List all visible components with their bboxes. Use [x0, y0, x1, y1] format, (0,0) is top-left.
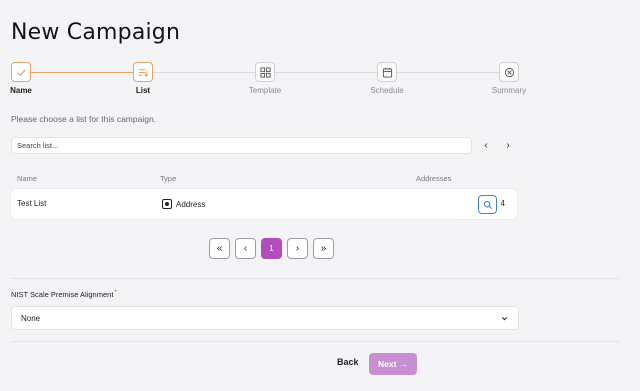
nist-label: NIST Scale Premise Alignment*: [11, 290, 117, 299]
step-template[interactable]: Template: [225, 62, 305, 95]
chevron-right-icon[interactable]: ›: [500, 137, 516, 153]
step-label-template: Template: [248, 86, 282, 95]
step-list[interactable]: List: [103, 62, 183, 95]
summary-icon: [499, 62, 519, 82]
step-label-summary: Summary: [491, 86, 527, 95]
column-header-name: Name: [17, 174, 38, 183]
address-count: 4: [500, 199, 505, 208]
campaign-stepper: Name List Template Schedule Summary: [0, 62, 640, 98]
search-list-input[interactable]: [11, 137, 472, 154]
arrow-right-icon: →: [399, 359, 408, 369]
pagination: « ‹ 1 › »: [209, 238, 334, 259]
search-icon: [483, 200, 492, 209]
lists-table: Name Type Addresses Test List Address 4: [11, 165, 517, 220]
column-header-type: Type: [160, 174, 177, 183]
current-page-button[interactable]: 1: [261, 238, 282, 259]
chevron-left-icon[interactable]: ‹: [478, 137, 494, 153]
divider: [11, 278, 620, 279]
step-summary[interactable]: Summary: [469, 62, 549, 95]
page-title: New Campaign: [11, 20, 181, 45]
nist-selected-value: None: [21, 313, 41, 323]
list-icon: [133, 62, 153, 82]
next-page-button[interactable]: ›: [287, 238, 308, 259]
nist-select[interactable]: None: [11, 306, 519, 330]
template-icon: [255, 62, 275, 82]
next-button[interactable]: Next →: [369, 353, 417, 375]
first-page-button[interactable]: «: [209, 238, 230, 259]
back-button[interactable]: Back: [337, 357, 359, 367]
next-button-label: Next: [378, 359, 397, 369]
contact-card-icon: [162, 199, 172, 209]
step-label-schedule: Schedule: [370, 86, 404, 95]
step-label-list: List: [135, 86, 151, 95]
last-page-button[interactable]: »: [313, 238, 334, 259]
chevron-down-icon: [501, 316, 508, 320]
divider: [11, 341, 620, 342]
step-schedule[interactable]: Schedule: [347, 62, 427, 95]
list-instruction: Please choose a list for this campaign.: [11, 114, 157, 124]
list-name: Test List: [17, 199, 47, 208]
required-mark: *: [114, 290, 117, 296]
nist-label-text: NIST Scale Premise Alignment: [11, 290, 114, 299]
view-addresses-button[interactable]: [478, 195, 497, 214]
step-name[interactable]: Name: [0, 62, 61, 95]
prev-page-button[interactable]: ‹: [235, 238, 256, 259]
list-type-label: Address: [176, 200, 206, 209]
table-row[interactable]: Test List Address 4: [11, 189, 517, 219]
step-label-name: Name: [10, 86, 32, 95]
calendar-icon: [377, 62, 397, 82]
column-header-addresses: Addresses: [416, 174, 452, 183]
check-icon: [11, 62, 31, 82]
list-type: Address: [162, 199, 205, 209]
table-header: Name Type Addresses: [11, 165, 517, 189]
